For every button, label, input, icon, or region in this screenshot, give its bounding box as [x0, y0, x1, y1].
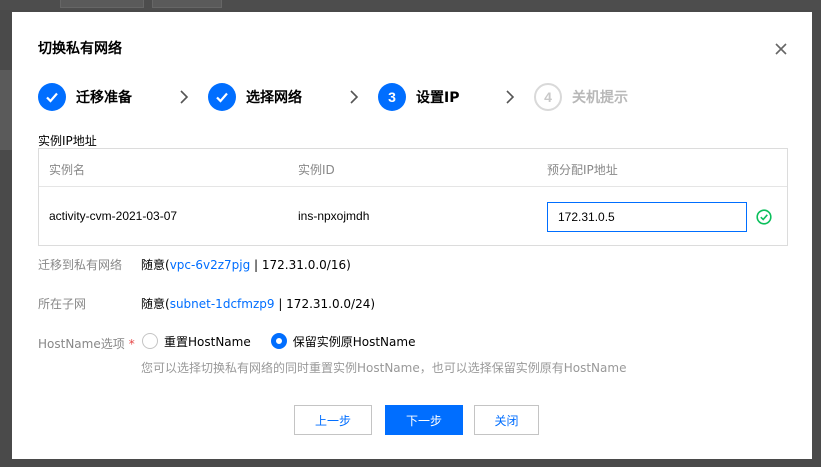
- value-suffix: | 172.31.0.0/24): [274, 297, 376, 311]
- step-shutdown-notice: 4 关机提示: [534, 82, 628, 112]
- ip-table: 实例名 实例ID 预分配IP地址 activity-cvm-2021-03-07…: [38, 148, 788, 246]
- hostname-option-label: HostName选项 *: [38, 335, 135, 352]
- required-mark: *: [128, 337, 135, 351]
- migrate-to-vpc-label: 迁移到私有网络: [38, 258, 123, 272]
- subnet-value: 随意(subnet-1dcfmzp9 | 172.31.0.0/24): [141, 295, 375, 312]
- value-prefix: 随意(: [141, 297, 170, 311]
- background-sidebar: [0, 70, 12, 150]
- radio-label: 重置HostName: [164, 334, 251, 349]
- value-prefix: 随意(: [141, 258, 170, 272]
- step-migration-prep: 迁移准备: [38, 82, 132, 112]
- subnet-link[interactable]: subnet-1dcfmzp9: [170, 297, 275, 311]
- step-label: 迁移准备: [76, 90, 132, 106]
- step-done-check-icon: [208, 83, 236, 111]
- step-done-check-icon: [38, 83, 66, 111]
- vpc-link[interactable]: vpc-6v2z7pjg: [170, 258, 251, 272]
- step-label: 关机提示: [572, 90, 628, 106]
- instance-name: activity-cvm-2021-03-07: [49, 209, 178, 223]
- chevron-right-icon: [350, 90, 359, 104]
- check-circle-icon: [756, 209, 772, 225]
- table-row: activity-cvm-2021-03-07 ins-npxojmdh: [39, 188, 787, 246]
- hostname-radio-group: 重置HostName 保留实例原HostName: [142, 333, 435, 349]
- radio-reset-hostname[interactable]: 重置HostName: [142, 333, 251, 350]
- step-label: 选择网络: [246, 90, 302, 106]
- step-select-network: 选择网络: [208, 82, 302, 112]
- stepper: 迁移准备 选择网络 3 设置IP 4 关机提示: [38, 82, 658, 112]
- table-header: 实例名 实例ID 预分配IP地址: [39, 149, 787, 187]
- step-number: 4: [534, 83, 562, 111]
- column-header-instance-name: 实例名: [49, 163, 86, 177]
- step-label: 设置IP: [416, 90, 460, 106]
- chevron-right-icon: [506, 90, 515, 104]
- prev-step-button[interactable]: 上一步: [294, 405, 372, 435]
- hostname-label-text: HostName选项: [38, 337, 125, 351]
- radio-checked-icon[interactable]: [270, 333, 287, 349]
- next-step-button[interactable]: 下一步: [385, 405, 463, 435]
- ip-section-label: 实例IP地址: [38, 134, 97, 148]
- value-suffix: | 172.31.0.0/16): [250, 258, 351, 272]
- close-icon[interactable]: [774, 41, 788, 55]
- radio-label: 保留实例原HostName: [292, 334, 416, 349]
- background-tab-reset-password: [60, 0, 144, 8]
- close-button[interactable]: 关闭: [474, 405, 539, 435]
- radio-unchecked-icon[interactable]: [142, 333, 158, 349]
- step-number: 3: [378, 83, 406, 111]
- column-header-instance-id: 实例ID: [298, 163, 335, 177]
- background-tab-more-actions: [152, 0, 222, 8]
- column-header-preassigned-ip: 预分配IP地址: [547, 163, 618, 177]
- ip-address-input[interactable]: [547, 202, 747, 232]
- dialog-title: 切换私有网络: [38, 41, 122, 57]
- switch-vpc-dialog: 切换私有网络 迁移准备 选择网络 3 设置IP 4 关机提示 实例IP地址 实例…: [12, 12, 812, 459]
- step-set-ip: 3 设置IP: [378, 82, 459, 112]
- instance-id: ins-npxojmdh: [298, 209, 370, 223]
- radio-keep-hostname[interactable]: 保留实例原HostName: [270, 333, 416, 350]
- migrate-to-vpc-value: 随意(vpc-6v2z7pjg | 172.31.0.0/16): [141, 256, 351, 273]
- hostname-hint: 您可以选择切换私有网络的同时重置实例HostName，也可以选择保留实例原有Ho…: [141, 361, 627, 375]
- subnet-label: 所在子网: [38, 297, 87, 311]
- chevron-right-icon: [180, 90, 189, 104]
